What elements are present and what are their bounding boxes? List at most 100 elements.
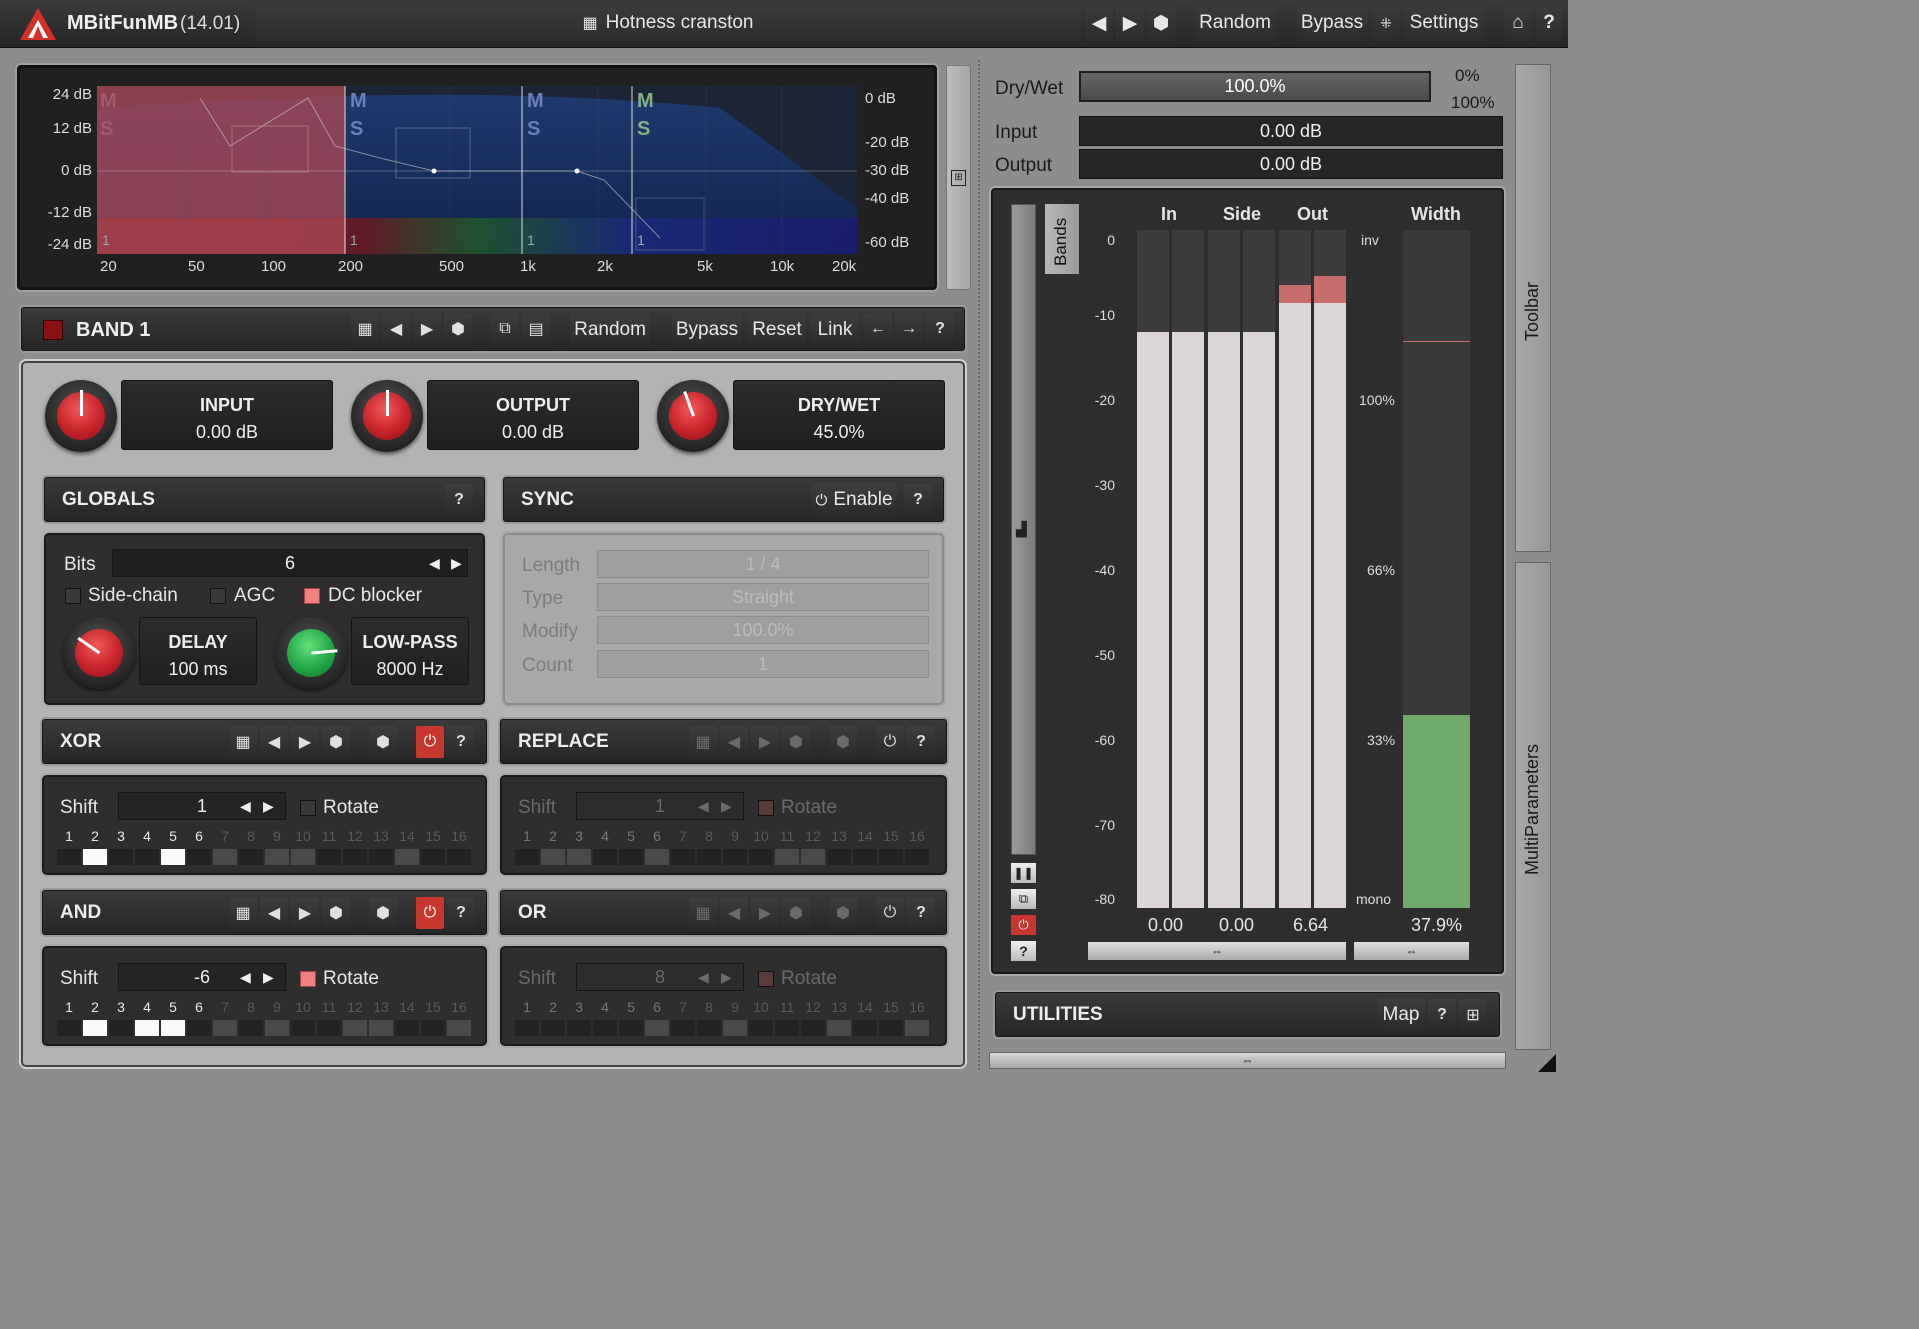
xor-dice-button[interactable]: ⬢: [322, 726, 350, 758]
or-bit-cell[interactable]: [515, 1020, 539, 1036]
or-bit-cell[interactable]: [775, 1020, 799, 1036]
drywet-display[interactable]: DRY/WET 45.0%: [733, 380, 945, 450]
dcblocker-checkbox[interactable]: [304, 588, 320, 604]
bypass-button[interactable]: Bypass: [1297, 4, 1367, 42]
or-bit-cell[interactable]: [827, 1020, 851, 1036]
xor-bit-cell[interactable]: [57, 849, 81, 865]
xor-bit-cell[interactable]: [291, 849, 315, 865]
band-presets-button[interactable]: ▦: [351, 313, 379, 345]
band4-side-tag[interactable]: S: [637, 118, 650, 141]
band2-marker[interactable]: 1: [350, 232, 358, 248]
replace-bit-cell[interactable]: [723, 849, 747, 865]
replace-power-button[interactable]: ⏻: [876, 726, 904, 758]
and-bit-cell[interactable]: [369, 1020, 393, 1036]
xor-bit-cell[interactable]: [213, 849, 237, 865]
band1-marker[interactable]: 1: [102, 232, 110, 248]
band-link-button[interactable]: Link: [811, 313, 859, 347]
and-bit-cell[interactable]: [395, 1020, 419, 1036]
sidechain-checkbox[interactable]: [65, 588, 81, 604]
or-bit-cell[interactable]: [749, 1020, 773, 1036]
replace-dice-button[interactable]: ⬢: [782, 726, 810, 758]
replace-presets-button[interactable]: ▦: [689, 726, 717, 758]
or-prev-button[interactable]: ◀: [720, 897, 748, 929]
lowpass-knob[interactable]: [275, 617, 347, 689]
help-button[interactable]: ?: [1536, 4, 1562, 42]
bands-tab[interactable]: Bands: [1045, 204, 1079, 274]
delay-knob[interactable]: [63, 617, 135, 689]
bits-increase[interactable]: ▶: [451, 555, 462, 572]
or-bit-grid[interactable]: 1 2 3 4 5 6 7 8 9 10 11 12 13 14 15 16: [502, 948, 945, 1044]
globals-help-button[interactable]: ?: [445, 484, 473, 516]
and-help-button[interactable]: ?: [447, 897, 475, 929]
or-next-button[interactable]: ▶: [751, 897, 779, 929]
settings-button[interactable]: Settings: [1403, 4, 1485, 42]
xor-bit-cell[interactable]: [83, 849, 107, 865]
meters-resize-handle[interactable]: ⇔: [1088, 942, 1346, 960]
bands-view-slider[interactable]: ▟: [1011, 204, 1036, 855]
agc-checkbox[interactable]: [210, 588, 226, 604]
and-bit-grid[interactable]: 1 2 3 4 5 6 7 8 9 10 11 12 13 14 15 16: [44, 948, 485, 1044]
replace-bit-cell[interactable]: [905, 849, 929, 865]
width-resize-handle[interactable]: ⇔: [1354, 942, 1469, 960]
band-help-button[interactable]: ?: [926, 313, 954, 345]
utilities-expand-button[interactable]: ⊞: [1459, 999, 1487, 1031]
replace-bit-cell[interactable]: [671, 849, 695, 865]
bottom-resize-handle[interactable]: ⇔: [989, 1052, 1506, 1069]
global-input-slider[interactable]: 0.00 dB: [1079, 116, 1503, 146]
replace-prev-button[interactable]: ◀: [720, 726, 748, 758]
xor-bit-cell[interactable]: [265, 849, 289, 865]
count-field[interactable]: 1: [597, 650, 929, 678]
xor-bit-cell[interactable]: [187, 849, 211, 865]
or-bit-cell[interactable]: [593, 1020, 617, 1036]
and-bit-cell[interactable]: [213, 1020, 237, 1036]
replace-bit-cell[interactable]: [567, 849, 591, 865]
xor-bit-cell[interactable]: [447, 849, 471, 865]
redo-button[interactable]: →: [895, 313, 923, 345]
output-display[interactable]: OUTPUT 0.00 dB: [427, 380, 639, 450]
and-next-button[interactable]: ▶: [291, 897, 319, 929]
and-bit-cell[interactable]: [265, 1020, 289, 1036]
replace-bit-cell[interactable]: [697, 849, 721, 865]
and-bit-cell[interactable]: [83, 1020, 107, 1036]
or-bit-cell[interactable]: [567, 1020, 591, 1036]
replace-help-button[interactable]: ?: [907, 726, 935, 758]
sync-help-button[interactable]: ?: [904, 484, 932, 516]
replace-bit-cell[interactable]: [645, 849, 669, 865]
band-paste-button[interactable]: ▤: [522, 313, 550, 345]
or-help-button[interactable]: ?: [907, 897, 935, 929]
or-bit-cell[interactable]: [541, 1020, 565, 1036]
utilities-help-button[interactable]: ?: [1428, 999, 1456, 1031]
or-randomize-button[interactable]: ⬢: [829, 897, 857, 929]
or-bit-cell[interactable]: [645, 1020, 669, 1036]
panel-divider[interactable]: [978, 60, 980, 1070]
xor-presets-button[interactable]: ▦: [229, 726, 257, 758]
undo-button[interactable]: ←: [864, 313, 892, 345]
band2-mid-tag[interactable]: M: [350, 90, 367, 113]
or-bit-cell[interactable]: [723, 1020, 747, 1036]
xor-randomize-button[interactable]: ⬢: [369, 726, 397, 758]
or-bit-cell[interactable]: [801, 1020, 825, 1036]
delay-display[interactable]: DELAY 100 ms: [139, 617, 257, 685]
modify-field[interactable]: 100.0%: [597, 616, 929, 644]
preset-selector[interactable]: ▦ Hotness cranston: [255, 4, 1081, 42]
global-drywet-slider[interactable]: 100.0%: [1079, 71, 1431, 102]
type-field[interactable]: Straight: [597, 583, 929, 611]
replace-bit-cell[interactable]: [541, 849, 565, 865]
map-button[interactable]: Map: [1377, 998, 1425, 1032]
band1-side-tag[interactable]: S: [100, 118, 113, 141]
or-bit-cell[interactable]: [671, 1020, 695, 1036]
random-preset-button[interactable]: ⬢: [1147, 4, 1175, 42]
band-prev-button[interactable]: ◀: [382, 313, 410, 345]
and-prev-button[interactable]: ◀: [260, 897, 288, 929]
graph-scroll[interactable]: ⊞: [946, 65, 971, 290]
or-bit-cell[interactable]: [853, 1020, 877, 1036]
detach-button[interactable]: ⧉: [1011, 889, 1036, 909]
or-bit-cell[interactable]: [697, 1020, 721, 1036]
replace-bit-cell[interactable]: [879, 849, 903, 865]
meters-help-button[interactable]: ?: [1011, 941, 1036, 961]
xor-power-button[interactable]: ⏻: [416, 726, 444, 758]
and-bit-cell[interactable]: [109, 1020, 133, 1036]
sync-enable-button[interactable]: ⏻ Enable: [811, 483, 897, 517]
length-field[interactable]: 1 / 4: [597, 550, 929, 578]
band1-mid-tag[interactable]: M: [100, 90, 117, 113]
